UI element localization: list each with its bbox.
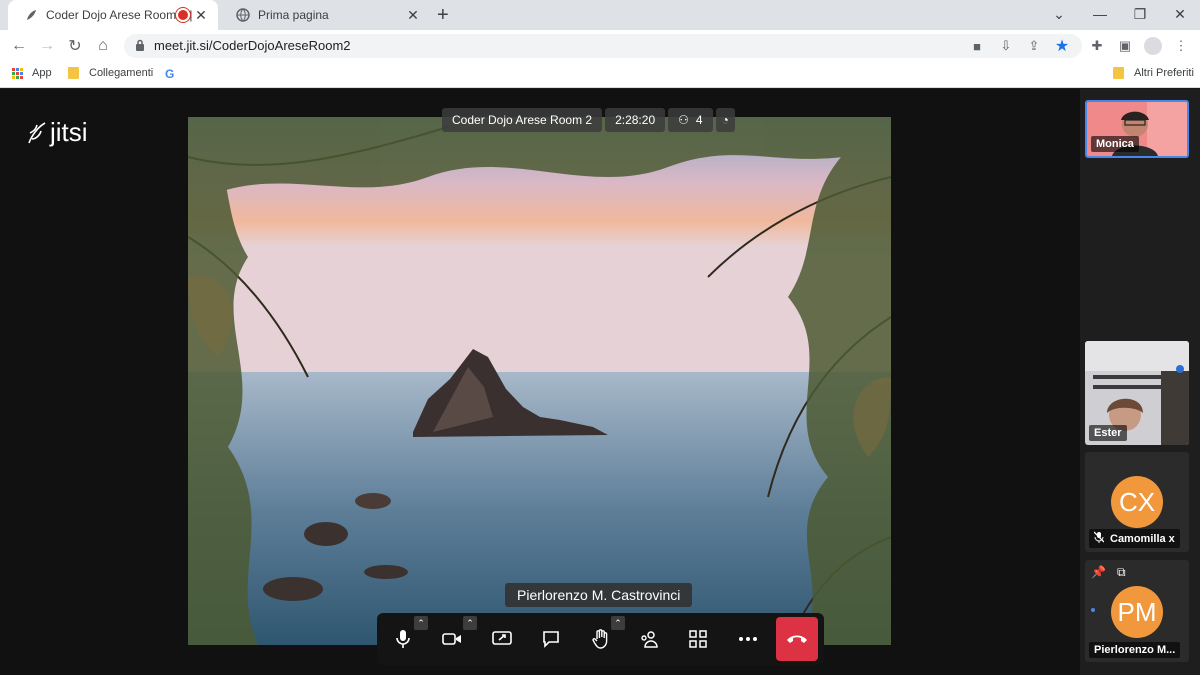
participants-count-button[interactable]: ⚇ 4 [668,108,713,132]
reactions-caret[interactable]: ⌃ [611,616,625,630]
bookmark-app[interactable]: App [12,67,52,79]
tab-search-icon[interactable]: ⌄ [1041,0,1077,28]
toolbox: ⌃ ⌃ ⌃ [377,613,824,665]
tab-title: Prima pagina [258,8,329,22]
participant-label: Camomilla x [1089,529,1180,548]
audio-settings-caret[interactable]: ⌃ [414,616,428,630]
audio-level-indicator [1091,608,1095,612]
jitsi-favicon-icon [22,6,40,24]
bookmark-collegamenti[interactable]: Collegamenti [68,67,153,79]
globe-icon [234,6,252,24]
participants-count: 4 [695,113,703,127]
bookmark-label: Collegamenti [89,67,154,79]
chat-button[interactable] [533,621,569,657]
google-icon[interactable]: G [165,67,174,81]
participant-name: Pierlorenzo M... [1089,642,1181,658]
reload-icon[interactable]: ↻ [64,35,86,57]
home-icon[interactable]: ⌂ [92,35,114,57]
room-name: Coder Dojo Arese Room 2 [442,108,603,132]
install-icon[interactable]: ⇩ [996,37,1016,55]
participant-tile-camomilla[interactable]: CX Camomilla x [1085,452,1189,552]
microphone-icon [396,630,410,648]
logo-text: jitsi [50,117,88,147]
screenshare-button[interactable] [484,621,520,657]
participants-button[interactable] [631,621,667,657]
back-icon[interactable]: ← [8,35,30,57]
avatar: PM [1111,586,1163,638]
bookmark-label: Altri Preferiti [1134,67,1194,79]
close-tab-icon[interactable]: ✕ [192,6,210,24]
url-text: meet.jit.si/CoderDojoAreseRoom2 [154,38,351,53]
grid-icon [689,630,707,648]
screen-icon[interactable]: ⧉ [1117,565,1126,580]
bookmark-star-icon[interactable]: ★ [1052,37,1072,55]
more-icon [739,637,757,641]
extensions-icon[interactable]: ✚ [1087,37,1107,55]
menu-icon[interactable]: ⋮ [1171,37,1191,55]
share-icon[interactable]: ⇪ [1024,37,1044,55]
pin-icon[interactable]: 📌 [1091,565,1106,579]
jitsi-logo-icon [28,121,46,143]
close-window-icon[interactable]: ✕ [1162,0,1198,28]
tab-strip: Coder Dojo Arese Room 2 | ✕ Prima pagina… [0,0,1200,30]
more-actions-button[interactable] [730,621,766,657]
participant-name: Camomilla x [1110,532,1175,545]
avatar: CX [1111,476,1163,528]
screenshare-icon [492,631,512,645]
chat-icon [543,631,559,648]
mic-muted-icon [1093,531,1105,546]
meeting-duration: 2:28:20 [605,108,666,132]
participant-name: Monica [1091,136,1139,152]
landscape-scene [188,117,891,645]
participant-tile-monica[interactable]: Monica [1085,100,1189,158]
close-tab-icon[interactable]: ✕ [404,6,422,24]
new-tab-button[interactable]: + [437,4,449,27]
camera-icon [442,633,461,645]
main-video[interactable] [188,117,891,645]
recording-icon [178,10,188,20]
hangup-icon [787,635,807,643]
participants-icon: ⚇ [678,113,689,127]
video-settings-caret[interactable]: ⌃ [463,616,477,630]
camera-in-use-icon[interactable]: ■ [967,37,987,55]
tab-title: Coder Dojo Arese Room 2 | [46,8,193,22]
restore-icon[interactable]: ❐ [1122,0,1158,28]
dominant-speaker-name: Pierlorenzo M. Castrovinci [505,583,693,607]
tile-view-button[interactable] [680,621,716,657]
minimize-icon[interactable]: — [1082,0,1118,28]
profile-avatar[interactable] [1143,37,1163,55]
participants-pane-icon [641,631,658,648]
hand-icon [592,629,608,649]
tab-prima-pagina[interactable]: Prima pagina ✕ [220,0,430,30]
jitsi-logo[interactable]: jitsi [26,117,88,148]
tab-jitsi[interactable]: Coder Dojo Arese Room 2 | ✕ [8,0,218,30]
side-panel-icon[interactable]: ▣ [1115,37,1135,55]
bookmark-other[interactable]: Altri Preferiti [1113,67,1194,79]
forward-icon[interactable]: → [36,35,58,57]
apps-grid-icon [12,67,23,79]
bookmark-label: App [32,67,52,79]
participant-tile-local[interactable]: 📌 ⧉ PM Pierlorenzo M... [1085,560,1189,662]
address-bar[interactable]: meet.jit.si/CoderDojoAreseRoom2 [124,34,1082,58]
meeting-header: Coder Dojo Arese Room 2 2:28:20 ⚇ 4 ◔ [442,108,735,132]
hangup-button[interactable] [776,617,818,661]
folder-icon [68,67,79,79]
participant-name: Ester [1089,425,1127,441]
bookmarks-bar: App Collegamenti G Altri Preferiti [0,61,1200,88]
folder-icon [1113,67,1124,79]
participant-tile-ester[interactable]: Ester [1085,341,1189,445]
lock-icon [135,39,145,57]
connection-quality-icon[interactable]: ◔ [715,108,735,132]
